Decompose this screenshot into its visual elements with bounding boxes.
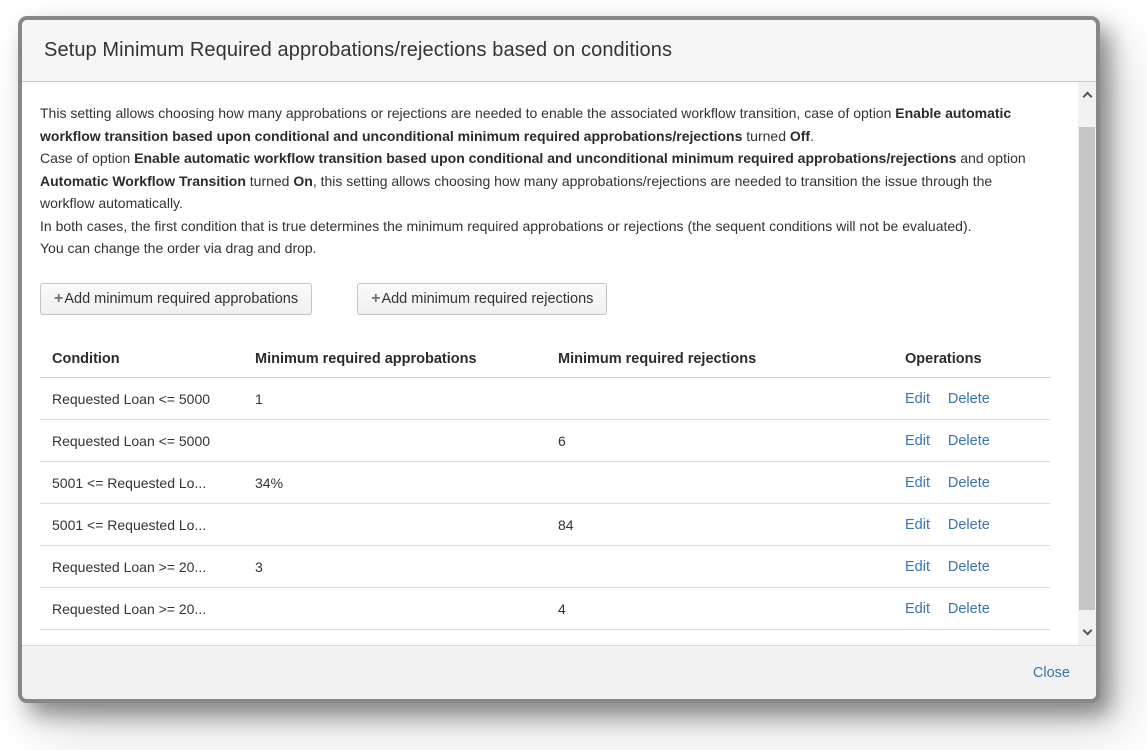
setting-description: This setting allows choosing how many ap…: [40, 102, 1050, 260]
column-header-condition: Condition: [40, 341, 255, 378]
operations-cell: Edit Delete: [905, 546, 1050, 588]
edit-link[interactable]: Edit: [905, 559, 930, 575]
scroll-up-button[interactable]: [1078, 84, 1096, 106]
add-rejections-label: Add minimum required rejections: [381, 291, 593, 307]
add-rejections-button[interactable]: +Add minimum required rejections: [357, 283, 607, 315]
conditions-table-body: Requested Loan <= 5000 1 Edit Delete Req…: [40, 378, 1050, 630]
setup-conditions-dialog: Setup Minimum Required approbations/reje…: [18, 16, 1100, 703]
delete-link[interactable]: Delete: [948, 433, 990, 449]
condition-cell: Requested Loan <= 5000: [40, 378, 255, 420]
plus-icon: +: [54, 291, 63, 307]
dialog-body: This setting allows choosing how many ap…: [22, 82, 1096, 645]
operations-cell: Edit Delete: [905, 420, 1050, 462]
column-header-rejections: Minimum required rejections: [558, 341, 905, 378]
approbations-cell: 34%: [255, 462, 558, 504]
rejections-cell: [558, 546, 905, 588]
table-row[interactable]: Requested Loan <= 5000 1 Edit Delete: [40, 378, 1050, 420]
chevron-up-icon: [1082, 92, 1092, 102]
approbations-cell: [255, 504, 558, 546]
edit-link[interactable]: Edit: [905, 517, 930, 533]
conditions-table: Condition Minimum required approbations …: [40, 341, 1050, 631]
edit-link[interactable]: Edit: [905, 601, 930, 617]
edit-link[interactable]: Edit: [905, 475, 930, 491]
plus-icon: +: [371, 291, 380, 307]
edit-link[interactable]: Edit: [905, 391, 930, 407]
scrollbar-thumb[interactable]: [1079, 127, 1095, 610]
rejections-cell: 6: [558, 420, 905, 462]
approbations-cell: 3: [255, 546, 558, 588]
delete-link[interactable]: Delete: [948, 559, 990, 575]
table-header-row: Condition Minimum required approbations …: [40, 341, 1050, 378]
table-row[interactable]: Requested Loan <= 5000 6 Edit Delete: [40, 420, 1050, 462]
operations-cell: Edit Delete: [905, 588, 1050, 630]
condition-cell: Requested Loan >= 20...: [40, 546, 255, 588]
add-approbations-button[interactable]: +Add minimum required approbations: [40, 283, 312, 315]
approbations-cell: [255, 420, 558, 462]
dialog-header: Setup Minimum Required approbations/reje…: [22, 20, 1096, 82]
condition-cell: Requested Loan <= 5000: [40, 420, 255, 462]
rejections-cell: [558, 378, 905, 420]
chevron-down-icon: [1082, 626, 1092, 636]
operations-cell: Edit Delete: [905, 462, 1050, 504]
operations-cell: Edit Delete: [905, 504, 1050, 546]
add-approbations-label: Add minimum required approbations: [64, 291, 298, 307]
delete-link[interactable]: Delete: [948, 391, 990, 407]
page-background: Setup Minimum Required approbations/reje…: [0, 0, 1147, 750]
rejections-cell: 4: [558, 588, 905, 630]
operations-cell: Edit Delete: [905, 378, 1050, 420]
column-header-approbations: Minimum required approbations: [255, 341, 558, 378]
rejections-cell: 84: [558, 504, 905, 546]
condition-cell: 5001 <= Requested Lo...: [40, 462, 255, 504]
close-button[interactable]: Close: [1033, 665, 1070, 681]
scroll-down-button[interactable]: [1078, 621, 1096, 643]
add-buttons-row: +Add minimum required approbations +Add …: [40, 283, 1050, 315]
approbations-cell: [255, 588, 558, 630]
delete-link[interactable]: Delete: [948, 517, 990, 533]
table-row[interactable]: 5001 <= Requested Lo... 84 Edit Delete: [40, 504, 1050, 546]
table-row[interactable]: 5001 <= Requested Lo... 34% Edit Delete: [40, 462, 1050, 504]
table-row[interactable]: Requested Loan >= 20... 3 Edit Delete: [40, 546, 1050, 588]
delete-link[interactable]: Delete: [948, 475, 990, 491]
condition-cell: Requested Loan >= 20...: [40, 588, 255, 630]
table-row[interactable]: Requested Loan >= 20... 4 Edit Delete: [40, 588, 1050, 630]
approbations-cell: 1: [255, 378, 558, 420]
edit-link[interactable]: Edit: [905, 433, 930, 449]
vertical-scrollbar[interactable]: [1078, 82, 1096, 645]
rejections-cell: [558, 462, 905, 504]
dialog-title: Setup Minimum Required approbations/reje…: [44, 39, 672, 62]
column-header-operations: Operations: [905, 341, 1050, 378]
dialog-footer: Close: [22, 645, 1096, 699]
delete-link[interactable]: Delete: [948, 601, 990, 617]
condition-cell: 5001 <= Requested Lo...: [40, 504, 255, 546]
